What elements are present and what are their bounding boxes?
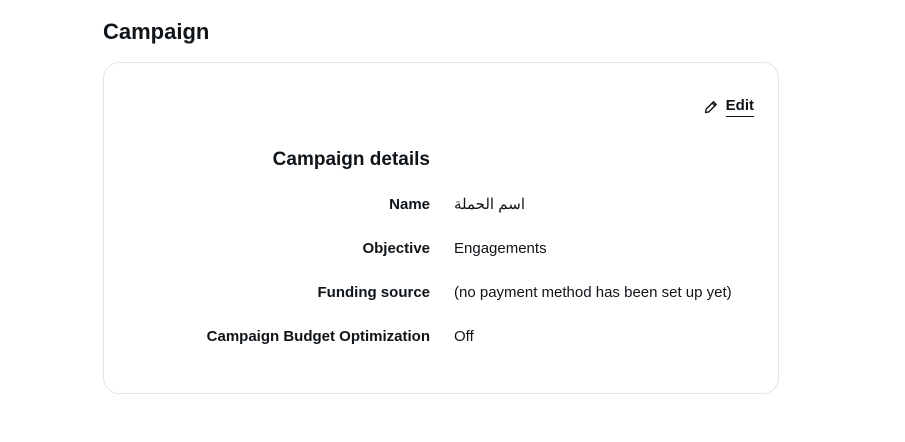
pencil-icon	[704, 100, 718, 114]
details-list: Name اسم الحملة Objective Engagements Fu…	[104, 193, 780, 369]
detail-value: (no payment method has been set up yet)	[454, 284, 732, 301]
detail-label: Funding source	[317, 284, 431, 301]
detail-value: Engagements	[454, 240, 547, 257]
detail-label: Name	[389, 196, 430, 213]
edit-button[interactable]: Edit	[704, 96, 754, 117]
edit-label: Edit	[725, 96, 754, 117]
section-title: Campaign details	[272, 149, 430, 170]
page-title: Campaign	[103, 19, 210, 44]
detail-row-objective: Objective Engagements	[104, 237, 780, 281]
detail-label: Campaign Budget Optimization	[206, 328, 430, 345]
detail-row-budget-optimization: Campaign Budget Optimization Off	[104, 325, 780, 369]
detail-row-funding-source: Funding source (no payment method has be…	[104, 281, 780, 325]
detail-value: اسم الحملة	[454, 196, 525, 213]
campaign-card: Edit Campaign details Name اسم الحملة Ob…	[103, 62, 779, 394]
detail-value: Off	[454, 328, 474, 345]
detail-label: Objective	[362, 240, 430, 257]
detail-row-name: Name اسم الحملة	[104, 193, 780, 237]
